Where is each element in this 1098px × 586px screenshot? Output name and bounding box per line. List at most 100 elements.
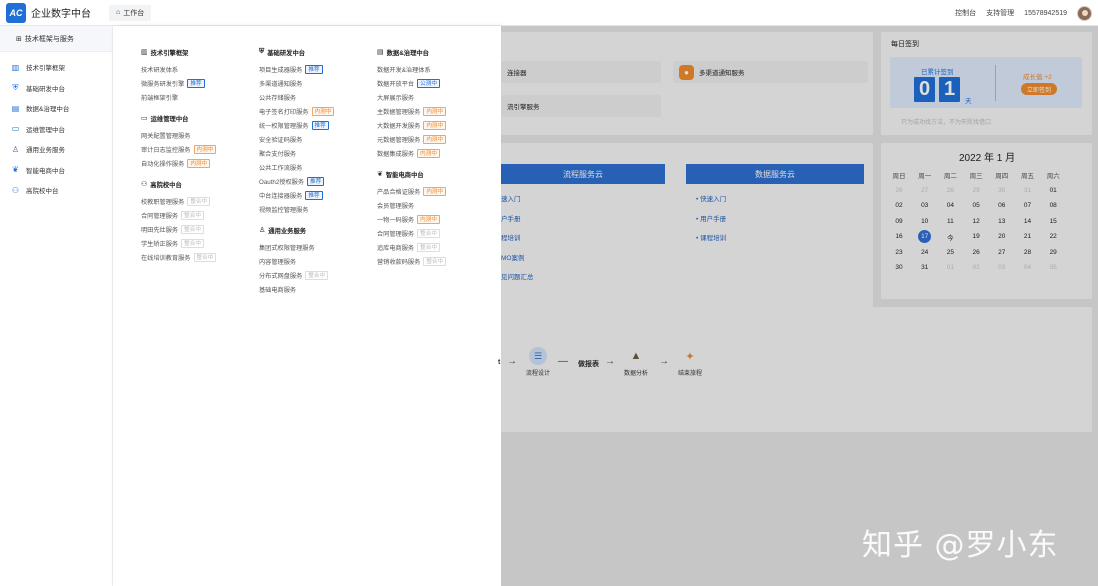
menu-item[interactable]: 基础电商服务 <box>259 282 374 296</box>
calendar-day[interactable]: 27 <box>915 183 935 197</box>
calendar-day[interactable]: 01 <box>940 261 960 275</box>
calendar-day[interactable]: 06 <box>992 199 1012 213</box>
menu-item[interactable]: 营销收款码服务 整合中 <box>377 254 492 268</box>
calendar-day[interactable]: 05 <box>966 199 986 213</box>
workbench-tab[interactable]: ⌂ 工作台 <box>109 4 152 21</box>
calendar-day[interactable]: 04 <box>1018 261 1038 275</box>
sidebar-item[interactable]: ▤ 数据&治理中台 <box>0 98 112 119</box>
calendar-day[interactable]: 05 <box>1043 261 1063 275</box>
calendar-day[interactable]: 07 <box>1018 199 1038 213</box>
flow-step-end[interactable]: ✦ 结束旅程 <box>678 347 702 378</box>
calendar-day[interactable]: 02 <box>889 199 909 213</box>
calendar-day[interactable]: 25 <box>940 245 960 259</box>
calendar-day[interactable]: 16 <box>889 230 909 244</box>
data-doc-link[interactable]: • 课程培训 <box>696 232 726 242</box>
avatar[interactable] <box>1077 5 1092 21</box>
menu-item[interactable]: 学生矫正服务 整合中 <box>141 236 256 250</box>
menu-item[interactable]: 内容管理服务 <box>259 254 374 268</box>
calendar-day[interactable]: 30 <box>992 183 1012 197</box>
menu-item[interactable]: 元数据管理服务 内测中 <box>377 132 492 146</box>
menu-item[interactable]: 前端框架引擎 <box>141 90 256 104</box>
calendar-day[interactable]: 20 <box>992 230 1012 244</box>
menu-item[interactable]: 明田先灶服务 整合中 <box>141 222 256 236</box>
calendar-day[interactable]: 29 <box>966 183 986 197</box>
calendar-day[interactable]: 01 <box>1043 183 1063 197</box>
calendar-day[interactable]: 04 <box>940 199 960 213</box>
calendar-day[interactable]: 24 <box>915 245 935 259</box>
menu-item[interactable]: 公共存储服务 <box>259 90 374 104</box>
menu-item[interactable]: 数据开放平台 公测中 <box>377 76 492 90</box>
menu-item[interactable]: 安全验证码服务 <box>259 132 374 146</box>
menu-item[interactable]: 一物一码服务 内测中 <box>377 212 492 226</box>
app-logo[interactable]: AC <box>6 2 26 23</box>
sidebar-item[interactable]: ▭ 运维管理中台 <box>0 119 112 140</box>
menu-item[interactable]: 大屏展示服务 <box>377 90 492 104</box>
menu-item[interactable]: 合同管理服务 整合中 <box>141 208 256 222</box>
flow-doc-link[interactable]: MO案例 <box>501 252 524 262</box>
sidebar-header[interactable]: ⊞ 技术框架与服务 <box>0 26 112 52</box>
checkin-button[interactable]: 立即签到 <box>1021 83 1058 95</box>
menu-item[interactable]: 合同管理服务 整合中 <box>377 226 492 240</box>
menu-item[interactable]: 在线培训教育服务 整合中 <box>141 250 256 264</box>
flow-cloud-header[interactable]: 流程服务云 <box>501 164 665 184</box>
menu-item[interactable]: 追库电商服务 整合中 <box>377 240 492 254</box>
menu-item[interactable]: 集团式权限管理服务 <box>259 240 374 254</box>
calendar-day[interactable]: 13 <box>992 214 1012 228</box>
data-doc-link[interactable]: • 快速入门 <box>696 193 726 203</box>
data-cloud-header[interactable]: 数据服务云 <box>686 164 864 184</box>
menu-item[interactable]: 中台连接器服务 推荐 <box>259 188 374 202</box>
menu-item[interactable]: 多渠道通知服务 <box>259 76 374 90</box>
menu-item[interactable]: 审计日志监控服务 内测中 <box>141 142 256 156</box>
menu-item[interactable]: 大数据开发服务 内测中 <box>377 118 492 132</box>
service-flow-engine[interactable]: 流引擎服务 <box>501 95 661 117</box>
menu-item[interactable]: 聚合支付服务 <box>259 146 374 160</box>
menu-item[interactable]: 产品合格证服务 内测中 <box>377 184 492 198</box>
calendar-day[interactable]: 03 <box>915 199 935 213</box>
menu-item[interactable]: 公共工作流服务 <box>259 160 374 174</box>
menu-item[interactable]: 电子签名打印服务 内测中 <box>259 104 374 118</box>
calendar-day[interactable]: 27 <box>992 245 1012 259</box>
calendar-day[interactable]: 08 <box>1043 199 1063 213</box>
menu-item[interactable]: 自动化操作服务 内测中 <box>141 156 256 170</box>
user-phone[interactable]: 15578942519 <box>1024 10 1067 17</box>
menu-item[interactable]: 项目生成器服务 推荐 <box>259 62 374 76</box>
calendar-day[interactable]: 28 <box>940 183 960 197</box>
menu-item[interactable]: 校教职管理服务 整合中 <box>141 194 256 208</box>
sidebar-item[interactable]: ⚇ 高院校中台 <box>0 180 112 201</box>
calendar-day[interactable]: 26 <box>966 245 986 259</box>
data-doc-link[interactable]: • 用户手册 <box>696 213 726 223</box>
calendar-day[interactable]: 26 <box>889 183 909 197</box>
menu-item[interactable]: 网关配置管理服务 <box>141 128 256 142</box>
flow-doc-link[interactable]: 速入门 <box>501 193 521 203</box>
calendar-day[interactable]: 22 <box>1043 230 1063 244</box>
calendar-day[interactable]: 今 <box>940 230 960 244</box>
menu-item[interactable]: 数据开发&治理体系 <box>377 62 492 76</box>
calendar-day[interactable]: 28 <box>1018 245 1038 259</box>
menu-item[interactable]: 分布式网盘服务 整合中 <box>259 268 374 282</box>
calendar-day[interactable]: 12 <box>966 214 986 228</box>
sidebar-item[interactable]: ❦ 智能电商中台 <box>0 160 112 181</box>
flow-doc-link[interactable]: 程培训 <box>501 232 521 242</box>
calendar-day[interactable]: 03 <box>992 261 1012 275</box>
calendar-day[interactable]: 09 <box>889 214 909 228</box>
menu-item[interactable]: 主数据管理服务 内测中 <box>377 104 492 118</box>
flow-step-analysis[interactable]: ▲ 数据分析 <box>624 347 648 377</box>
menu-item[interactable]: 数据集成服务 内测中 <box>377 146 492 160</box>
flow-step-design[interactable]: ☰ 流程设计 <box>526 347 550 377</box>
menu-item[interactable]: Oauth2授权服务 推荐 <box>259 174 374 188</box>
console-link[interactable]: 控制台 <box>955 8 976 18</box>
menu-item[interactable]: 会员管理服务 <box>377 198 492 212</box>
menu-item[interactable]: 统一权限管理服务 推荐 <box>259 118 374 132</box>
flow-doc-link[interactable]: 见问题汇总 <box>501 271 534 281</box>
calendar-day[interactable]: 11 <box>940 214 960 228</box>
calendar-day[interactable]: 19 <box>966 230 986 244</box>
calendar-day[interactable]: 10 <box>915 214 935 228</box>
menu-item[interactable]: 视频监控管理服务 <box>259 202 374 216</box>
calendar-day[interactable]: 21 <box>1018 230 1038 244</box>
flow-doc-link[interactable]: 户手册 <box>501 213 521 223</box>
sidebar-item[interactable]: ▥ 技术引擎框架 <box>0 57 112 78</box>
calendar-day[interactable]: 15 <box>1043 214 1063 228</box>
service-notify[interactable]: ● 多渠道通知服务 <box>673 61 868 83</box>
calendar-day[interactable]: 31 <box>915 261 935 275</box>
calendar-day[interactable]: 30 <box>889 261 909 275</box>
